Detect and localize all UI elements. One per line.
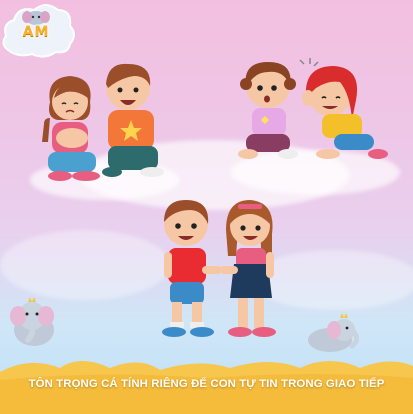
elephant-icon [10, 297, 54, 346]
whispering-friends-illustration [238, 58, 388, 159]
logo-text: AM [22, 24, 50, 40]
elephant-icon [308, 313, 360, 352]
handshake-friends-illustration [162, 200, 276, 337]
girl-handshake-figure [220, 200, 276, 337]
boy-handshake-figure [162, 200, 222, 337]
boy-figure [102, 63, 164, 177]
caption-text: TÔN TRỌNG CÁ TÍNH RIÊNG ĐỂ CON TỰ TIN TR… [28, 378, 385, 390]
cloud [0, 230, 170, 300]
girl-figure [42, 76, 100, 181]
logo: AM [0, 0, 78, 62]
elephant-icon [22, 11, 50, 25]
girl-listening-figure [238, 58, 319, 159]
girl-whispering-figure [302, 66, 388, 159]
comforting-friends-illustration [42, 63, 164, 181]
illustration-stage: AM TÔN TRỌNG CÁ TÍNH RIÊNG ĐỂ CON TỰ TIN… [0, 0, 413, 414]
